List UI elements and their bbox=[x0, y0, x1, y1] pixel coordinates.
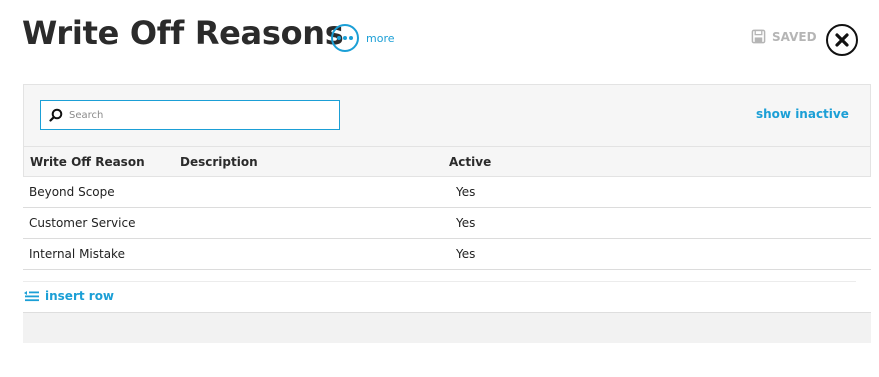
reason-cell[interactable]: Internal Mistake bbox=[29, 239, 125, 269]
more-dots-icon[interactable] bbox=[331, 24, 359, 52]
more-button[interactable]: more bbox=[331, 24, 395, 52]
more-label[interactable]: more bbox=[366, 32, 395, 45]
insert-row-button[interactable]: insert row bbox=[24, 289, 114, 303]
table-header: Write Off Reason Description Active bbox=[23, 146, 871, 177]
search-field[interactable] bbox=[40, 100, 340, 130]
filter-panel: show inactive bbox=[23, 84, 871, 146]
column-header-write-off-reason[interactable]: Write Off Reason bbox=[30, 147, 145, 177]
search-icon bbox=[49, 108, 63, 122]
active-cell[interactable]: Yes bbox=[456, 177, 475, 207]
active-cell[interactable]: Yes bbox=[456, 208, 475, 238]
close-button[interactable] bbox=[826, 24, 858, 56]
reason-cell[interactable]: Beyond Scope bbox=[29, 177, 115, 207]
reason-cell[interactable]: Customer Service bbox=[29, 208, 135, 238]
write-off-reasons-table: Write Off Reason Description Active Beyo… bbox=[23, 146, 871, 282]
column-header-active[interactable]: Active bbox=[449, 147, 491, 177]
table-row[interactable]: Beyond Scope Yes bbox=[23, 177, 871, 208]
page-title: Write Off Reasons bbox=[22, 14, 344, 52]
active-cell[interactable]: Yes bbox=[456, 239, 475, 269]
saved-label: SAVED bbox=[772, 29, 817, 44]
table-row[interactable]: Customer Service Yes bbox=[23, 208, 871, 239]
search-input[interactable] bbox=[69, 109, 329, 121]
column-header-description[interactable]: Description bbox=[180, 147, 258, 177]
write-off-reasons-page: Write Off Reasons more SAVED show inacti… bbox=[0, 0, 879, 377]
table-row[interactable]: Internal Mistake Yes bbox=[23, 239, 871, 270]
close-icon[interactable] bbox=[835, 33, 849, 47]
table-spacer bbox=[23, 270, 856, 282]
show-inactive-link[interactable]: show inactive bbox=[756, 107, 849, 121]
insert-row-label[interactable]: insert row bbox=[45, 289, 114, 303]
saved-status: SAVED bbox=[751, 29, 817, 44]
footer-bar bbox=[23, 312, 871, 343]
floppy-disk-icon bbox=[751, 29, 766, 44]
insert-row-icon[interactable] bbox=[24, 290, 39, 302]
